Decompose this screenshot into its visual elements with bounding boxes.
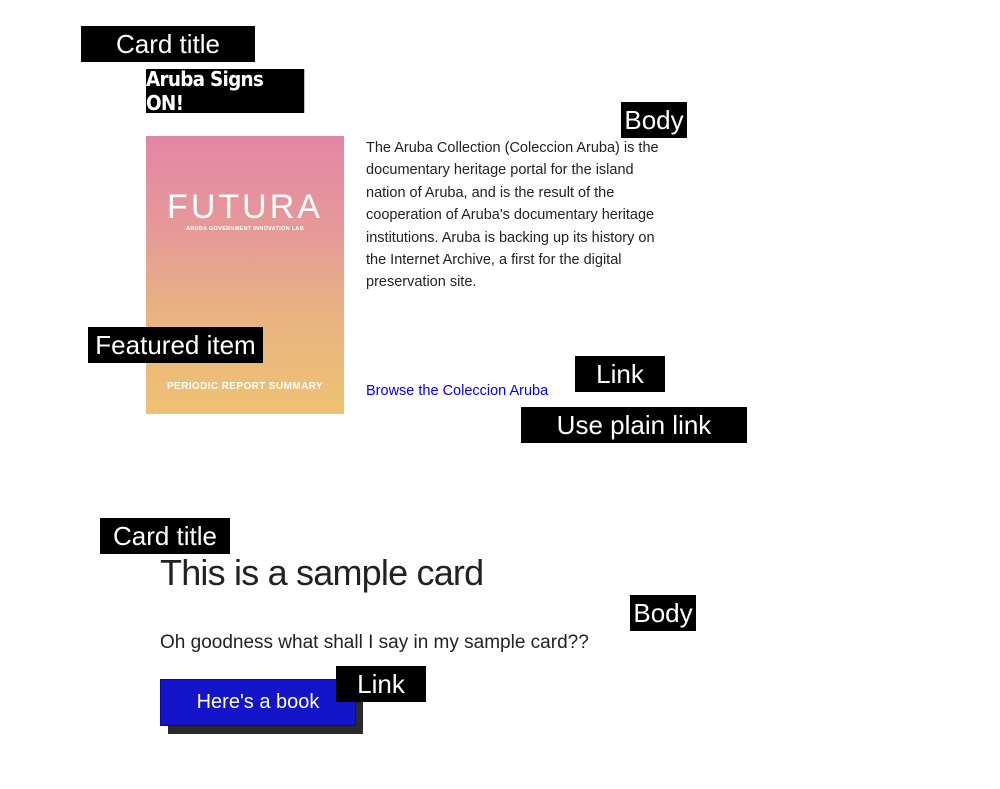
card-title-annotation-2: Card title [100,518,230,554]
heres-a-book-button[interactable]: Here's a book [160,679,356,726]
sample-card-body: Oh goodness what shall I say in my sampl… [160,632,589,653]
futura-logo-subtitle: ARUBA GOVERNMENT INNOVATION LAB [186,226,304,232]
link-annotation: Link [575,356,665,392]
card-body-text: The Aruba Collection (Coleccion Aruba) i… [366,140,659,291]
featured-item-annotation: Featured item [88,327,263,363]
link-annotation-2: Link [336,666,426,702]
body-annotation-2: Body [630,595,696,631]
use-plain-link-annotation: Use plain link [521,407,747,443]
card-title-annotation: Card title [81,26,255,62]
featured-item-image[interactable]: FUTURA ARUBA GOVERNMENT INNOVATION LAB P… [146,136,344,414]
cover-footer-text: PERIODIC REPORT SUMMARY [166,381,324,392]
futura-logo: FUTURA [167,188,323,226]
card-title-aruba: Aruba Signs ON! [146,67,305,115]
body-annotation: Body [621,102,687,138]
sample-card-title: This is a sample card [160,552,484,593]
browse-coleccion-aruba-link[interactable]: Browse the Coleccion Aruba [366,383,548,399]
